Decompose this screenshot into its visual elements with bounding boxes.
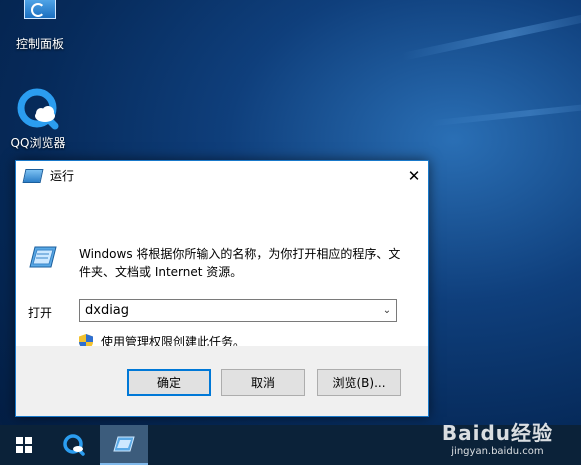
wallpaper-light-beam	[430, 99, 581, 127]
ok-button[interactable]: 确定	[127, 369, 211, 396]
dialog-title: 运行	[50, 169, 75, 183]
chevron-down-icon[interactable]: ⌄	[378, 305, 396, 316]
desktop-icon-qq-browser[interactable]: QQ浏览器	[0, 86, 78, 151]
run-dialog: 运行 ✕ Windows 将根据你所输入的名称，为你打开相应的程序、文件夹、文档…	[15, 160, 429, 417]
browse-button[interactable]: 浏览(B)...	[317, 369, 401, 396]
open-input[interactable]	[80, 299, 378, 322]
run-app-icon	[22, 168, 44, 183]
dialog-content: Windows 将根据你所输入的名称，为你打开相应的程序、文件夹、文档或 Int…	[16, 190, 428, 350]
wallpaper-light-beam	[401, 7, 581, 61]
desktop: 控制面板 QQ浏览器 运行 ✕ Windows 将根据你所输入的名称，为你打开相…	[0, 0, 581, 465]
baidu-watermark: Baidu经验 jingyan.baidu.com	[442, 417, 553, 457]
dialog-description: Windows 将根据你所输入的名称，为你打开相应的程序、文件夹、文档或 Int…	[79, 247, 401, 279]
close-icon: ✕	[407, 166, 421, 185]
dialog-titlebar[interactable]: 运行 ✕	[16, 161, 428, 190]
dialog-footer: 确定 取消 浏览(B)...	[16, 346, 428, 416]
cancel-button[interactable]: 取消	[221, 369, 305, 396]
taskbar-run[interactable]	[100, 425, 148, 465]
open-label: 打开	[28, 306, 53, 320]
open-combobox[interactable]: ⌄	[79, 299, 397, 322]
qq-browser-icon	[15, 86, 61, 132]
desktop-icon-label: 控制面板	[15, 37, 64, 51]
qq-browser-icon	[63, 434, 85, 456]
windows-logo-icon	[16, 437, 32, 453]
close-button[interactable]: ✕	[400, 161, 428, 190]
watermark-url: jingyan.baidu.com	[451, 446, 544, 457]
run-icon	[29, 246, 57, 268]
desktop-icon-label: QQ浏览器	[10, 136, 66, 150]
taskbar-qq-browser[interactable]	[48, 425, 100, 465]
desktop-icon-control-panel[interactable]: 控制面板	[0, 0, 80, 52]
run-app-icon	[113, 436, 135, 452]
watermark-brand: Baidu经验	[441, 421, 553, 445]
control-panel-icon	[24, 0, 56, 19]
start-button[interactable]	[0, 425, 48, 465]
